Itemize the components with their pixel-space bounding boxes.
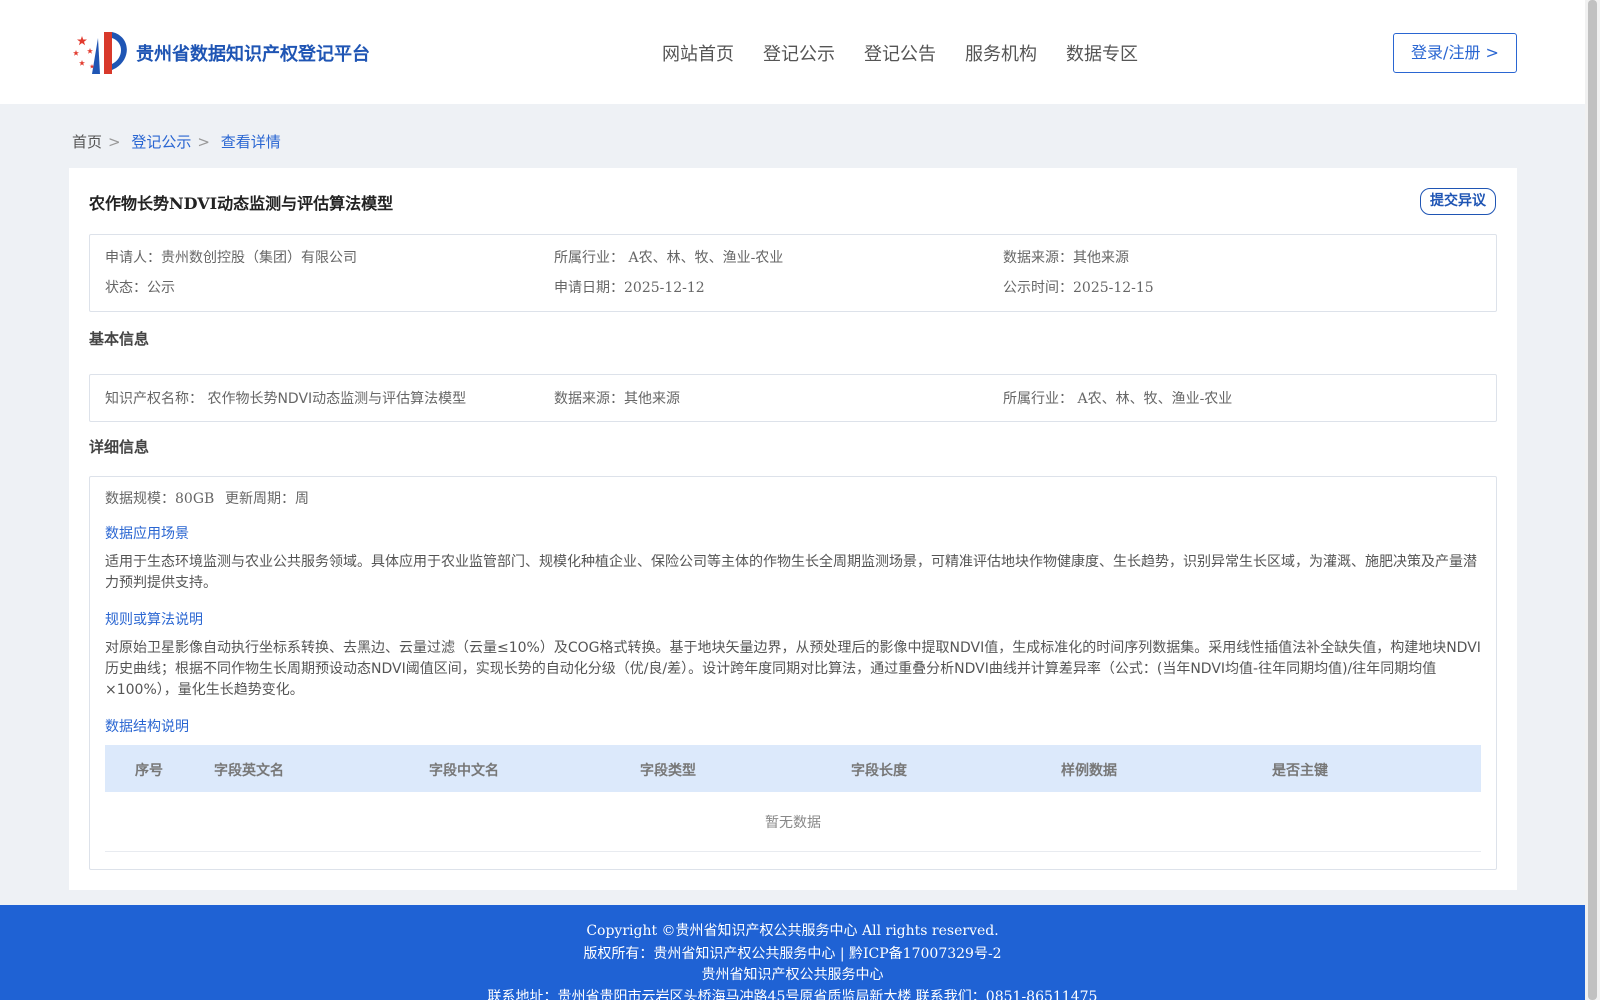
breadcrumb: 首页 > 登记公示 > 查看详情 (72, 131, 287, 152)
nav-registration-announcement[interactable]: 登记公告 (864, 40, 936, 66)
applicant-value: 贵州数创控股（集团）有限公司 (161, 250, 357, 266)
empty-state-text: 暂无数据 (765, 815, 821, 831)
col-field-type: 字段类型 (640, 763, 696, 779)
algorithm-heading: 规则或算法说明 (105, 612, 203, 628)
detail-card: 农作物长势NDVI动态监测与评估算法模型 提交异议 申请人：贵州数创控股（集团）… (69, 168, 1517, 890)
scenario-text: 适用于生态环境监测与农业公共服务领域。具体应用于农业监管部门、规模化种植企业、保… (105, 554, 1477, 591)
top-header: 贵州省数据知识产权登记平台 网站首页 登记公示 登记公告 服务机构 数据专区 登… (0, 0, 1585, 104)
footer-org: 贵州省知识产权公共服务中心 (701, 967, 884, 983)
col-english-name: 字段英文名 (214, 763, 284, 779)
login-register-button[interactable]: 登录/注册 > (1393, 33, 1517, 73)
scrollbar-thumb[interactable] (1588, 0, 1597, 1000)
industry-label: 所属行业： (554, 250, 624, 266)
summary-panel: 申请人：贵州数创控股（集团）有限公司 所属行业： A农、林、牧、渔业-农业 数据… (89, 234, 1497, 312)
publish-time-label: 公示时间： (1003, 280, 1073, 296)
nav-service-agencies[interactable]: 服务机构 (965, 40, 1037, 66)
nav-data-zone[interactable]: 数据专区 (1066, 40, 1138, 66)
ip-name-label: 知识产权名称： (105, 391, 203, 407)
data-structure-table: 序号 字段英文名 字段中文名 字段类型 字段长度 样例数据 是否主键 暂无数据 (105, 745, 1481, 852)
basic-source-field: 数据来源：其他来源 (554, 388, 680, 408)
apply-date-label: 申请日期： (554, 280, 624, 296)
algorithm-text: 对原始卫星影像自动执行坐标系转换、去黑边、云量过滤（云量≤10%）及COG格式转… (105, 640, 1481, 698)
basic-source-value: 其他来源 (624, 391, 680, 407)
source-field: 数据来源：其他来源 (1003, 247, 1129, 267)
detail-info-panel: 数据规模：80GB 更新周期：周 数据应用场景 适用于生态环境监测与农业公共服务… (89, 476, 1497, 870)
col-chinese-name: 字段中文名 (429, 763, 499, 779)
scale-label: 数据规模： (105, 491, 175, 507)
status-label: 状态： (105, 280, 147, 296)
ip-name-value: 农作物长势NDVI动态监测与评估算法模型 (207, 391, 467, 407)
basic-industry-field: 所属行业： A农、林、牧、渔业-农业 (1003, 388, 1232, 408)
scale-value: 80GB (175, 491, 215, 507)
scale-field: 数据规模：80GB (105, 488, 214, 508)
industry-value: A农、林、牧、渔业-农业 (628, 250, 784, 266)
detail-info-heading: 详细信息 (89, 438, 150, 456)
basic-info-panel: 知识产权名称： 农作物长势NDVI动态监测与评估算法模型 数据来源：其他来源 所… (89, 374, 1497, 422)
breadcrumb-separator: > (108, 133, 121, 151)
basic-source-label: 数据来源： (554, 391, 624, 407)
table-header-row: 序号 字段英文名 字段中文名 字段类型 字段长度 样例数据 是否主键 (105, 745, 1481, 792)
cycle-label: 更新周期： (225, 491, 295, 507)
basic-industry-label: 所属行业： (1003, 391, 1073, 407)
source-value: 其他来源 (1073, 250, 1129, 266)
breadcrumb-current: 查看详情 (220, 133, 281, 151)
cycle-value: 周 (295, 491, 309, 507)
table-empty-row: 暂无数据 (105, 792, 1481, 852)
applicant-label: 申请人： (105, 250, 161, 266)
status-value: 公示 (147, 280, 175, 296)
status-field: 状态：公示 (105, 277, 175, 297)
vertical-scrollbar[interactable] (1585, 0, 1600, 1000)
industry-field: 所属行业： A农、林、牧、渔业-农业 (554, 247, 783, 267)
basic-info-heading: 基本信息 (89, 330, 150, 348)
structure-heading: 数据结构说明 (105, 719, 189, 735)
nav-registration-publicity[interactable]: 登记公示 (763, 40, 835, 66)
publish-time-field: 公示时间：2025-12-15 (1003, 277, 1154, 297)
applicant-field: 申请人：贵州数创控股（集团）有限公司 (105, 247, 357, 267)
site-name: 贵州省数据知识产权登记平台 (136, 44, 370, 65)
breadcrumb-registration-publicity[interactable]: 登记公示 (131, 133, 191, 151)
submit-objection-button[interactable]: 提交异议 (1420, 188, 1496, 215)
page-footer: Copyright ©贵州省知识产权公共服务中心 All rights rese… (0, 905, 1585, 1000)
page-title: 农作物长势NDVI动态监测与评估算法模型 (89, 194, 394, 213)
cycle-field: 更新周期：周 (225, 488, 309, 508)
col-sample-data: 样例数据 (1061, 763, 1117, 779)
site-logo[interactable]: 贵州省数据知识产权登记平台 (72, 28, 370, 78)
logo-mark-icon (73, 32, 127, 74)
publish-time-value: 2025-12-15 (1073, 280, 1154, 296)
ip-name-field: 知识产权名称： 农作物长势NDVI动态监测与评估算法模型 (105, 388, 466, 408)
footer-address: 联系地址：贵州省贵阳市云岩区头桥海马冲路45号原省质监局新大楼 联系我们：085… (487, 989, 1098, 1000)
scenario-heading: 数据应用场景 (105, 526, 189, 542)
nav-home[interactable]: 网站首页 (662, 40, 734, 66)
col-index: 序号 (135, 763, 163, 779)
main-nav: 网站首页 登记公示 登记公告 服务机构 数据专区 (662, 40, 1167, 66)
col-primary-key: 是否主键 (1272, 763, 1328, 779)
source-label: 数据来源： (1003, 250, 1073, 266)
footer-owner: 版权所有：贵州省知识产权公共服务中心 | 黔ICP备17007329号-2 (583, 946, 1002, 962)
basic-industry-value: A农、林、牧、渔业-农业 (1077, 391, 1233, 407)
col-field-length: 字段长度 (851, 763, 907, 779)
apply-date-field: 申请日期：2025-12-12 (554, 277, 705, 297)
apply-date-value: 2025-12-12 (624, 280, 705, 296)
footer-copyright: Copyright ©贵州省知识产权公共服务中心 All rights rese… (586, 923, 999, 939)
breadcrumb-separator: > (197, 133, 210, 151)
breadcrumb-home[interactable]: 首页 (72, 133, 102, 151)
